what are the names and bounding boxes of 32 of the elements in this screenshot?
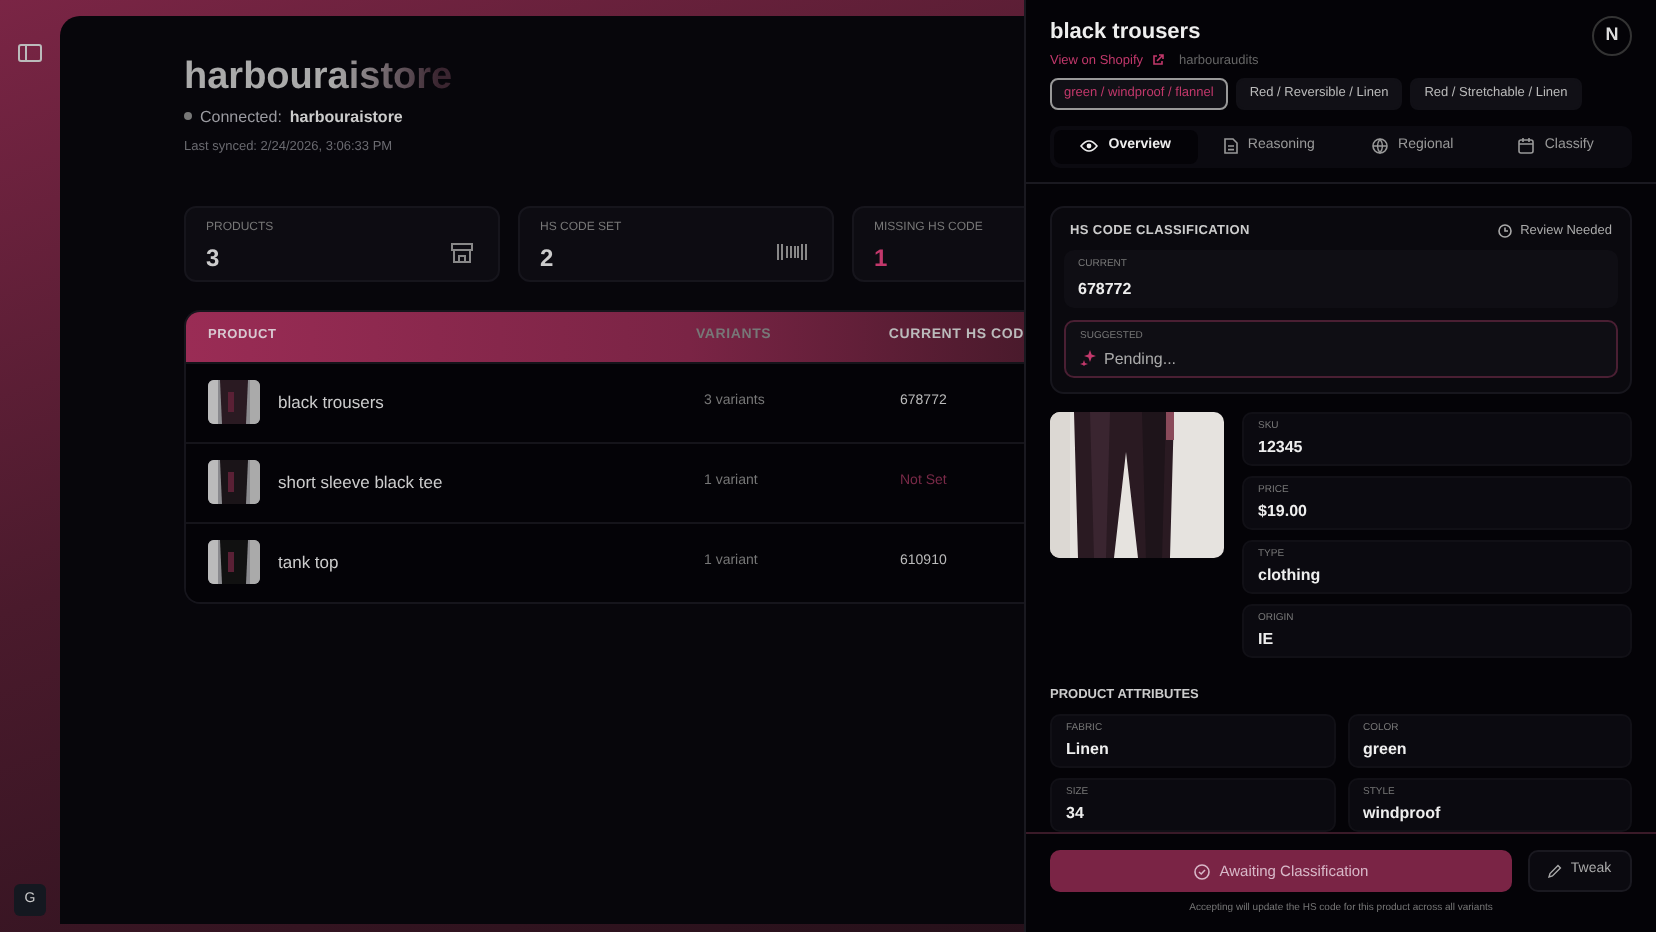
field-value: green [1363,737,1407,761]
field-value: Linen [1066,737,1109,761]
stat-value: 2 [540,241,554,276]
external-link-icon [1151,54,1163,67]
pending-status: Pending... [1104,347,1177,372]
sidebar-toggle-icon[interactable] [18,44,42,62]
globe-icon [1372,138,1389,155]
sparkle-icon [1080,350,1096,367]
pencil-icon [1548,864,1563,878]
stat-value: 1 [874,241,888,276]
field-value: windproof [1363,801,1441,825]
barcode-icon [776,241,808,262]
field-value: IE [1258,627,1274,652]
document-icon [1223,138,1238,155]
eye-icon [1080,140,1099,153]
field-value: clothing [1258,563,1321,588]
stat-value: 3 [206,241,220,276]
avatar[interactable]: N [1592,16,1632,56]
clock-icon [1498,223,1513,238]
calendar-icon [1518,138,1535,155]
store-icon [450,241,474,264]
product-title: black trousers [1050,18,1201,48]
field-value: 34 [1066,801,1084,825]
connection-status: Connected: harbouraistore [200,105,403,130]
status-dot [184,111,192,120]
product-name[interactable]: short sleeve black tee [278,469,443,496]
field-value: $19.00 [1258,499,1307,524]
product-name[interactable]: black trousers [278,389,384,416]
check-circle-icon [1193,863,1210,879]
product-name[interactable]: tank top [278,549,339,576]
field-value: 678772 [1078,277,1132,302]
field-value: 12345 [1258,435,1303,460]
